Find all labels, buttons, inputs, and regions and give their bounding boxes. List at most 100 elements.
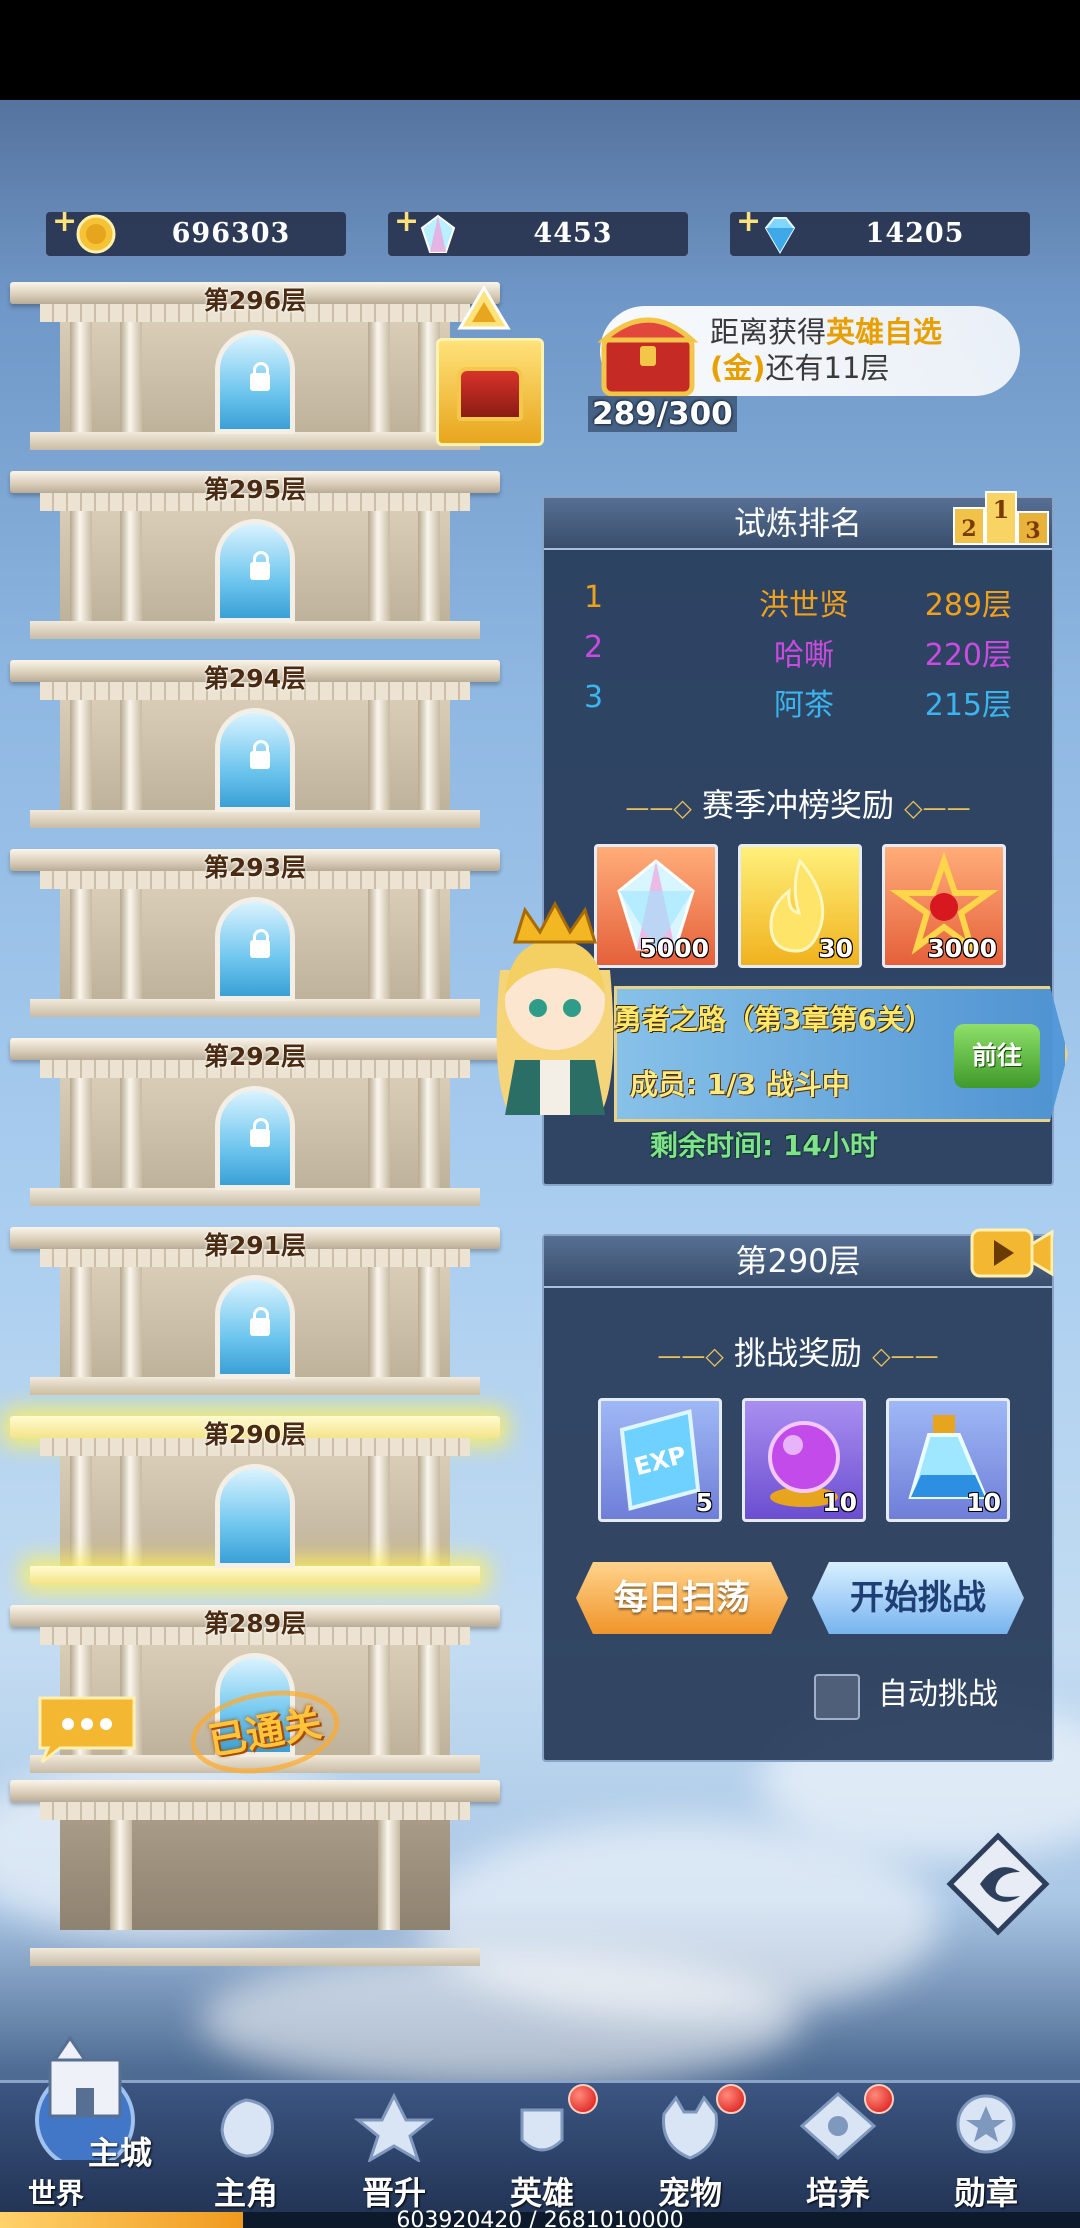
reward-count: 3000: [927, 934, 997, 963]
goal-progress: 289/300: [588, 396, 737, 432]
floor-door: [215, 708, 295, 812]
lock-icon: [250, 362, 270, 391]
adventure-members: 成员: 1/3 战斗中: [630, 1068, 850, 1101]
floor-door: [215, 330, 295, 434]
rainbow-gem-value: 4453: [533, 218, 613, 249]
reward-count: 5: [695, 1488, 713, 1517]
reward-slot[interactable]: EXP 5: [598, 1398, 722, 1522]
adventure-go-button[interactable]: 前往: [954, 1024, 1040, 1088]
gold-coin-icon: [76, 214, 116, 254]
medal-icon: [956, 2094, 1016, 2154]
auto-challenge-label: 自动挑战: [878, 1677, 998, 1712]
tower-floor[interactable]: 第294层: [10, 660, 500, 850]
game-screen: + 696303 + 4453 + 14205 第296层第295层第294层第…: [0, 0, 1080, 2228]
notification-dot: [568, 2084, 598, 2114]
floor-reward-chest-icon[interactable]: [436, 338, 544, 446]
lock-icon: [250, 929, 270, 958]
nav-item[interactable]: 勋章: [916, 2090, 1056, 2212]
floor-door: [215, 1464, 295, 1568]
nav-item[interactable]: 主角: [176, 2090, 316, 2212]
player-floor: 289层: [924, 588, 1012, 623]
lock-icon: [250, 1307, 270, 1336]
reward-count: 10: [966, 1488, 1001, 1517]
ranking-row[interactable]: 1 洪世贤 289层: [584, 580, 1012, 623]
notification-dot: [716, 2084, 746, 2114]
notification-dot: [864, 2084, 894, 2114]
floor-door: [215, 1086, 295, 1190]
home-label: 主城: [88, 2134, 153, 2172]
floor-label: 第293层: [203, 853, 307, 882]
season-reward-header: ——◇ 赛季冲榜奖励 ◇——: [625, 786, 971, 824]
rank-number: 3: [584, 680, 604, 715]
floor-label: 第295层: [203, 475, 307, 504]
rainbow-gem-counter[interactable]: + 4453: [388, 204, 688, 256]
replay-video-icon[interactable]: [970, 1226, 1054, 1280]
reward-slot[interactable]: 10: [886, 1398, 1010, 1522]
tower-floor[interactable]: 第295层: [10, 471, 500, 661]
player-name: 哈嘶: [774, 638, 834, 673]
diamond-counter[interactable]: + 14205: [730, 204, 1030, 256]
promotion-icon: [354, 2092, 434, 2162]
reward-slot[interactable]: 30: [738, 844, 862, 968]
podium-icon[interactable]: 2 1 3: [952, 486, 1052, 546]
remaining-time: 剩余时间: 14小时: [650, 1129, 878, 1162]
rank-number: 2: [584, 630, 604, 665]
hero-icon: [220, 2098, 274, 2158]
stage-panel: 第290层 ——◇ 挑战奖励 ◇—— EXP 5 10 10 每日扫荡 开始挑战 自动…: [542, 1234, 1054, 1762]
floor-reward-badge-icon: [457, 285, 511, 330]
tower-floor[interactable]: 第296层: [10, 282, 500, 472]
hero-select-goal[interactable]: 距离获得英雄自选 (金)还有11层: [597, 306, 1020, 397]
svg-text:1: 1: [993, 495, 1010, 524]
floor-label: 第290层: [203, 1420, 307, 1449]
floor-label: 第292层: [203, 1042, 307, 1071]
experience-bar: 603920420 / 2681010000: [0, 2208, 1080, 2228]
switch-mode-icon[interactable]: [946, 1832, 1050, 1936]
reward-slot[interactable]: 10: [742, 1398, 866, 1522]
floor-label: 第296层: [203, 286, 307, 315]
lock-icon: [250, 551, 270, 580]
ranking-row[interactable]: 3 阿茶 215层: [584, 680, 1012, 723]
tower-floor[interactable]: 第291层: [10, 1227, 500, 1417]
floor-label: 第294层: [203, 664, 307, 693]
lock-icon: [250, 740, 270, 769]
reward-count: 5000: [639, 934, 709, 963]
tower-floor[interactable]: 第290层: [10, 1416, 500, 1606]
experience-text: 603920420 / 2681010000: [396, 2208, 684, 2228]
start-challenge-button[interactable]: 开始挑战: [812, 1562, 1024, 1634]
floor-door: [215, 1275, 295, 1379]
adventure-title: 勇者之路（第3章第6关）: [614, 1003, 933, 1036]
player-floor: 220层: [924, 638, 1012, 673]
floor-door: [215, 897, 295, 1001]
rank-number: 1: [584, 580, 604, 615]
tower-floor[interactable]: 第293层: [10, 849, 500, 1039]
player-floor: 215层: [924, 688, 1012, 723]
diamond-icon: [764, 217, 796, 254]
lock-icon: [250, 1118, 270, 1147]
floor-door: [215, 519, 295, 623]
auto-challenge-checkbox[interactable]: [814, 1674, 860, 1720]
gold-value: 696303: [171, 218, 291, 249]
reward-count: 10: [822, 1488, 857, 1517]
cloud: [200, 1950, 800, 2090]
nav-item[interactable]: 晋升: [324, 2090, 464, 2212]
svg-text:2: 2: [961, 516, 976, 542]
floor-label: 第291层: [203, 1231, 307, 1260]
reward-count: 30: [818, 934, 853, 963]
rainbow-gem-icon: [420, 214, 456, 253]
svg-text:3: 3: [1025, 518, 1040, 544]
tower-floor[interactable]: 第292层: [10, 1038, 500, 1228]
ranking-row[interactable]: 2 哈嘶 220层: [584, 630, 1012, 673]
tower-base: [10, 1780, 500, 1970]
world-label: 世界: [28, 2177, 85, 2210]
goal-text: 距离获得英雄自选 (金)还有11层: [710, 315, 943, 385]
player-name: 阿茶: [774, 688, 834, 723]
diamond-value: 14205: [865, 218, 965, 249]
player-name: 洪世贤: [759, 588, 849, 623]
home-world-button[interactable]: 主城 世界: [10, 2030, 170, 2212]
challenge-reward-header: ——◇ 挑战奖励 ◇——: [657, 1334, 939, 1372]
hero-select-chest-icon: [597, 317, 699, 397]
gold-counter[interactable]: + 696303: [46, 204, 346, 256]
chat-bubble-icon[interactable]: [30, 1690, 142, 1766]
daily-sweep-button[interactable]: 每日扫荡: [576, 1562, 788, 1634]
reward-slot[interactable]: 3000: [882, 844, 1006, 968]
